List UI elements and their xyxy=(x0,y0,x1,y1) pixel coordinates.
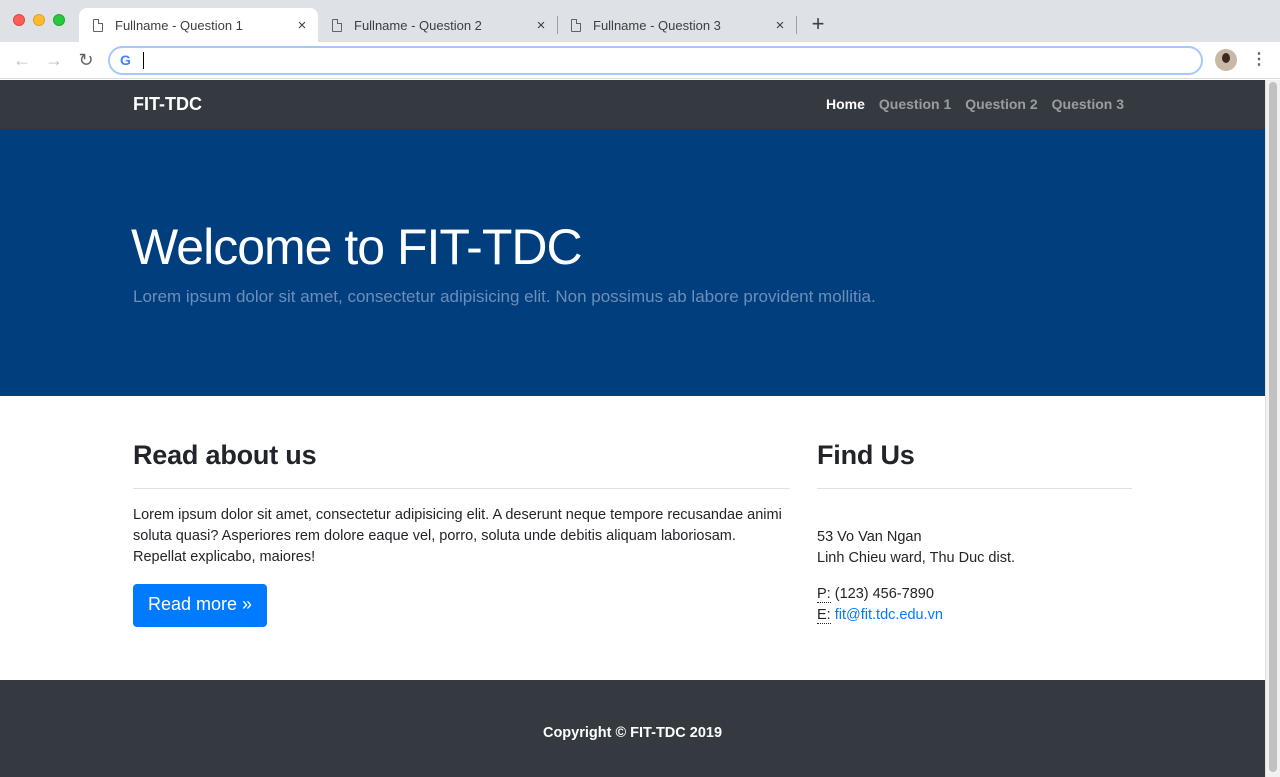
back-arrow-icon[interactable]: ← xyxy=(11,49,33,71)
address-bar[interactable]: G xyxy=(108,46,1203,75)
more-menu-icon[interactable]: ⋮ xyxy=(1251,49,1267,71)
hero-title: Welcome to FIT-TDC xyxy=(131,219,583,275)
zoom-window-button[interactable] xyxy=(53,14,65,26)
browser-toolbar: ← → ↻ G ⋮ xyxy=(0,42,1280,79)
site-footer: Copyright © FIT-TDC 2019 xyxy=(0,680,1265,777)
divider xyxy=(817,488,1132,489)
find-us-section: Find Us 53 Vo Van Ngan Linh Chieu ward, … xyxy=(817,440,1132,626)
site-navbar: FIT-TDC Home Question 1 Question 2 Quest… xyxy=(0,80,1265,129)
page-viewport: FIT-TDC Home Question 1 Question 2 Quest… xyxy=(0,80,1265,777)
nav-link-question-3[interactable]: Question 3 xyxy=(1052,96,1124,112)
close-window-button[interactable] xyxy=(13,14,25,26)
tab-question-2[interactable]: Fullname - Question 2 × xyxy=(318,8,557,42)
about-heading: Read about us xyxy=(133,440,317,470)
close-tab-icon[interactable]: × xyxy=(772,17,788,34)
document-icon xyxy=(332,18,342,32)
close-tab-icon[interactable]: × xyxy=(294,17,310,34)
about-text: Lorem ipsum dolor sit amet, consectetur … xyxy=(133,507,782,565)
about-section: Read about us Lorem ipsum dolor sit amet… xyxy=(133,440,790,627)
google-icon: G xyxy=(120,52,131,68)
nav-link-home[interactable]: Home xyxy=(826,96,865,112)
forward-arrow-icon[interactable]: → xyxy=(43,49,65,71)
document-icon xyxy=(93,18,103,32)
document-icon xyxy=(571,18,581,32)
profile-avatar[interactable] xyxy=(1215,49,1237,71)
email-label: E: xyxy=(817,607,831,624)
email-row: E: fit@fit.tdc.edu.vn xyxy=(817,605,1132,626)
navbar-brand[interactable]: FIT-TDC xyxy=(133,94,202,115)
tab-divider xyxy=(796,16,797,34)
tab-label: Fullname - Question 2 xyxy=(354,17,482,33)
scrollbar-thumb[interactable] xyxy=(1269,82,1277,772)
footer-copyright: Copyright © FIT-TDC 2019 xyxy=(542,725,723,741)
nav-link-question-2[interactable]: Question 2 xyxy=(965,96,1037,112)
phone-row: P: (123) 456-7890 xyxy=(817,584,1132,605)
tab-strip: Fullname - Question 1 × Fullname - Quest… xyxy=(0,0,1280,42)
navbar-links: Home Question 1 Question 2 Question 3 xyxy=(826,96,1124,112)
close-tab-icon[interactable]: × xyxy=(533,17,549,34)
find-us-heading: Find Us xyxy=(817,440,915,470)
address: 53 Vo Van Ngan Linh Chieu ward, Thu Duc … xyxy=(817,527,1132,569)
vertical-scrollbar[interactable] xyxy=(1265,80,1280,777)
email-link[interactable]: fit@fit.tdc.edu.vn xyxy=(835,607,943,623)
minimize-window-button[interactable] xyxy=(33,14,45,26)
phone-label: P: xyxy=(817,586,831,603)
tab-label: Fullname - Question 1 xyxy=(115,17,243,33)
new-tab-button[interactable]: + xyxy=(808,12,828,36)
phone-number: (123) 456-7890 xyxy=(834,586,934,602)
reload-icon[interactable]: ↻ xyxy=(75,49,97,71)
divider xyxy=(133,488,790,489)
jumbotron: Welcome to FIT-TDC Lorem ipsum dolor sit… xyxy=(0,129,1265,396)
read-more-button[interactable]: Read more » xyxy=(133,584,268,627)
tab-question-3[interactable]: Fullname - Question 3 × xyxy=(557,8,796,42)
contact-info: P: (123) 456-7890 E: fit@fit.tdc.edu.vn xyxy=(817,584,1132,626)
address-line-1: 53 Vo Van Ngan xyxy=(817,529,922,545)
tab-label: Fullname - Question 3 xyxy=(593,17,721,33)
nav-link-question-1[interactable]: Question 1 xyxy=(879,96,951,112)
tab-question-1[interactable]: Fullname - Question 1 × xyxy=(79,8,318,42)
address-line-2: Linh Chieu ward, Thu Duc dist. xyxy=(817,550,1016,566)
hero-subtitle: Lorem ipsum dolor sit amet, consectetur … xyxy=(133,287,876,306)
text-cursor xyxy=(143,52,144,69)
